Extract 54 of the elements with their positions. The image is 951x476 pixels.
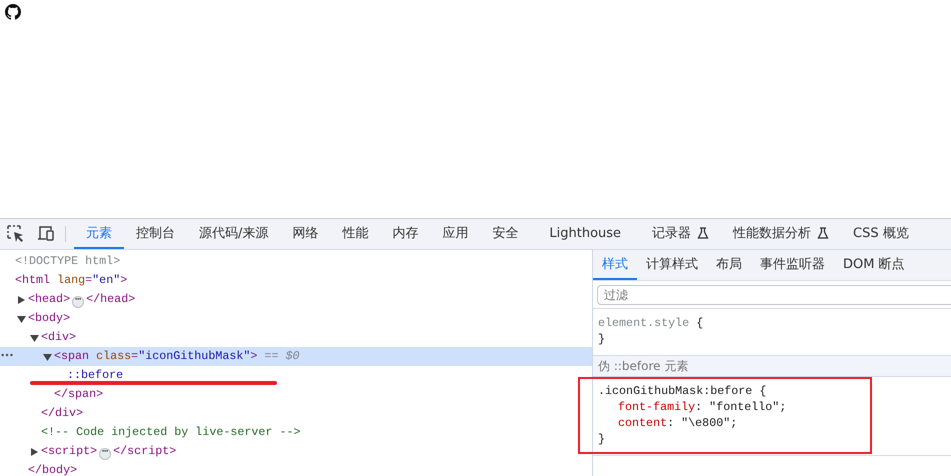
flask-icon: [697, 227, 710, 239]
close-brace: }: [598, 432, 606, 446]
caret-icon[interactable]: [30, 334, 39, 342]
node-text[interactable]: <head> ⋯ </head>: [28, 290, 136, 309]
more-icon[interactable]: •••: [0, 347, 14, 366]
property-value[interactable]: : "fontello";: [695, 400, 786, 414]
node-text[interactable]: <body>: [28, 309, 70, 328]
panel-tab[interactable]: 应用: [430, 219, 480, 249]
node-text[interactable]: <html lang="en">: [15, 271, 128, 290]
caret-icon[interactable]: [17, 314, 26, 322]
cat-logo-icon: [5, 4, 21, 20]
css-selector: .iconGithubMask:before: [598, 384, 752, 398]
caret-icon[interactable]: [30, 448, 39, 456]
styles-tab[interactable]: 样式: [593, 250, 637, 280]
ellipsis-badge[interactable]: ⋯: [99, 448, 112, 460]
ellipsis-badge[interactable]: ⋯: [72, 296, 84, 308]
filter-field[interactable]: 过滤: [597, 285, 951, 305]
caret-icon[interactable]: [43, 352, 52, 360]
panel-tab[interactable]: 性能: [330, 219, 380, 249]
node-text[interactable]: <!DOCTYPE html>: [15, 252, 120, 271]
panel-tab[interactable]: 源代码/来源: [187, 219, 280, 249]
styles-tab[interactable]: DOM 断点: [834, 250, 914, 280]
node-text[interactable]: <!-- Code injected by live-server -->: [41, 423, 301, 442]
node-text[interactable]: <span class="iconGithubMask"> == $0: [54, 347, 300, 366]
node-text[interactable]: </span>: [54, 385, 104, 404]
close-brace: }: [598, 332, 606, 346]
panel-tab[interactable]: CSS 概览: [841, 219, 921, 249]
property-name[interactable]: font-family: [618, 400, 696, 414]
node-text[interactable]: <script> ⋯ </script>: [41, 442, 176, 461]
panel-tab[interactable]: 网络: [280, 219, 330, 249]
open-brace: {: [758, 384, 766, 398]
panel-tab[interactable]: 控制台: [124, 219, 187, 249]
panel-tab[interactable]: 记录器: [640, 219, 722, 249]
inspect-icon[interactable]: [7, 225, 25, 243]
panel-tab[interactable]: Lighthouse: [530, 219, 640, 249]
device-icon[interactable]: [37, 225, 55, 243]
panel-tab[interactable]: 元素: [74, 219, 124, 249]
node-text[interactable]: </div>: [41, 404, 84, 423]
property-value[interactable]: : "\e800";: [667, 416, 738, 430]
node-text[interactable]: ::before: [67, 366, 124, 385]
section-header: 伪 ::before 元素: [593, 356, 951, 377]
styles-tab[interactable]: 布局: [707, 250, 751, 280]
panel-tab[interactable]: 内存: [380, 219, 430, 249]
panel-tab[interactable]: 性能数据分析: [721, 219, 842, 249]
node-text[interactable]: <div>: [41, 328, 76, 347]
css-selector: element.style: [598, 316, 690, 330]
styles-tab[interactable]: 事件监听器: [751, 250, 834, 280]
flask-icon: [817, 227, 830, 239]
node-text[interactable]: </body>: [28, 461, 78, 476]
caret-icon[interactable]: [17, 296, 26, 304]
open-brace: {: [695, 316, 704, 330]
property-name[interactable]: content: [618, 416, 668, 430]
styles-tab[interactable]: 计算样式: [637, 250, 707, 280]
panel-tab[interactable]: 安全: [480, 219, 530, 249]
